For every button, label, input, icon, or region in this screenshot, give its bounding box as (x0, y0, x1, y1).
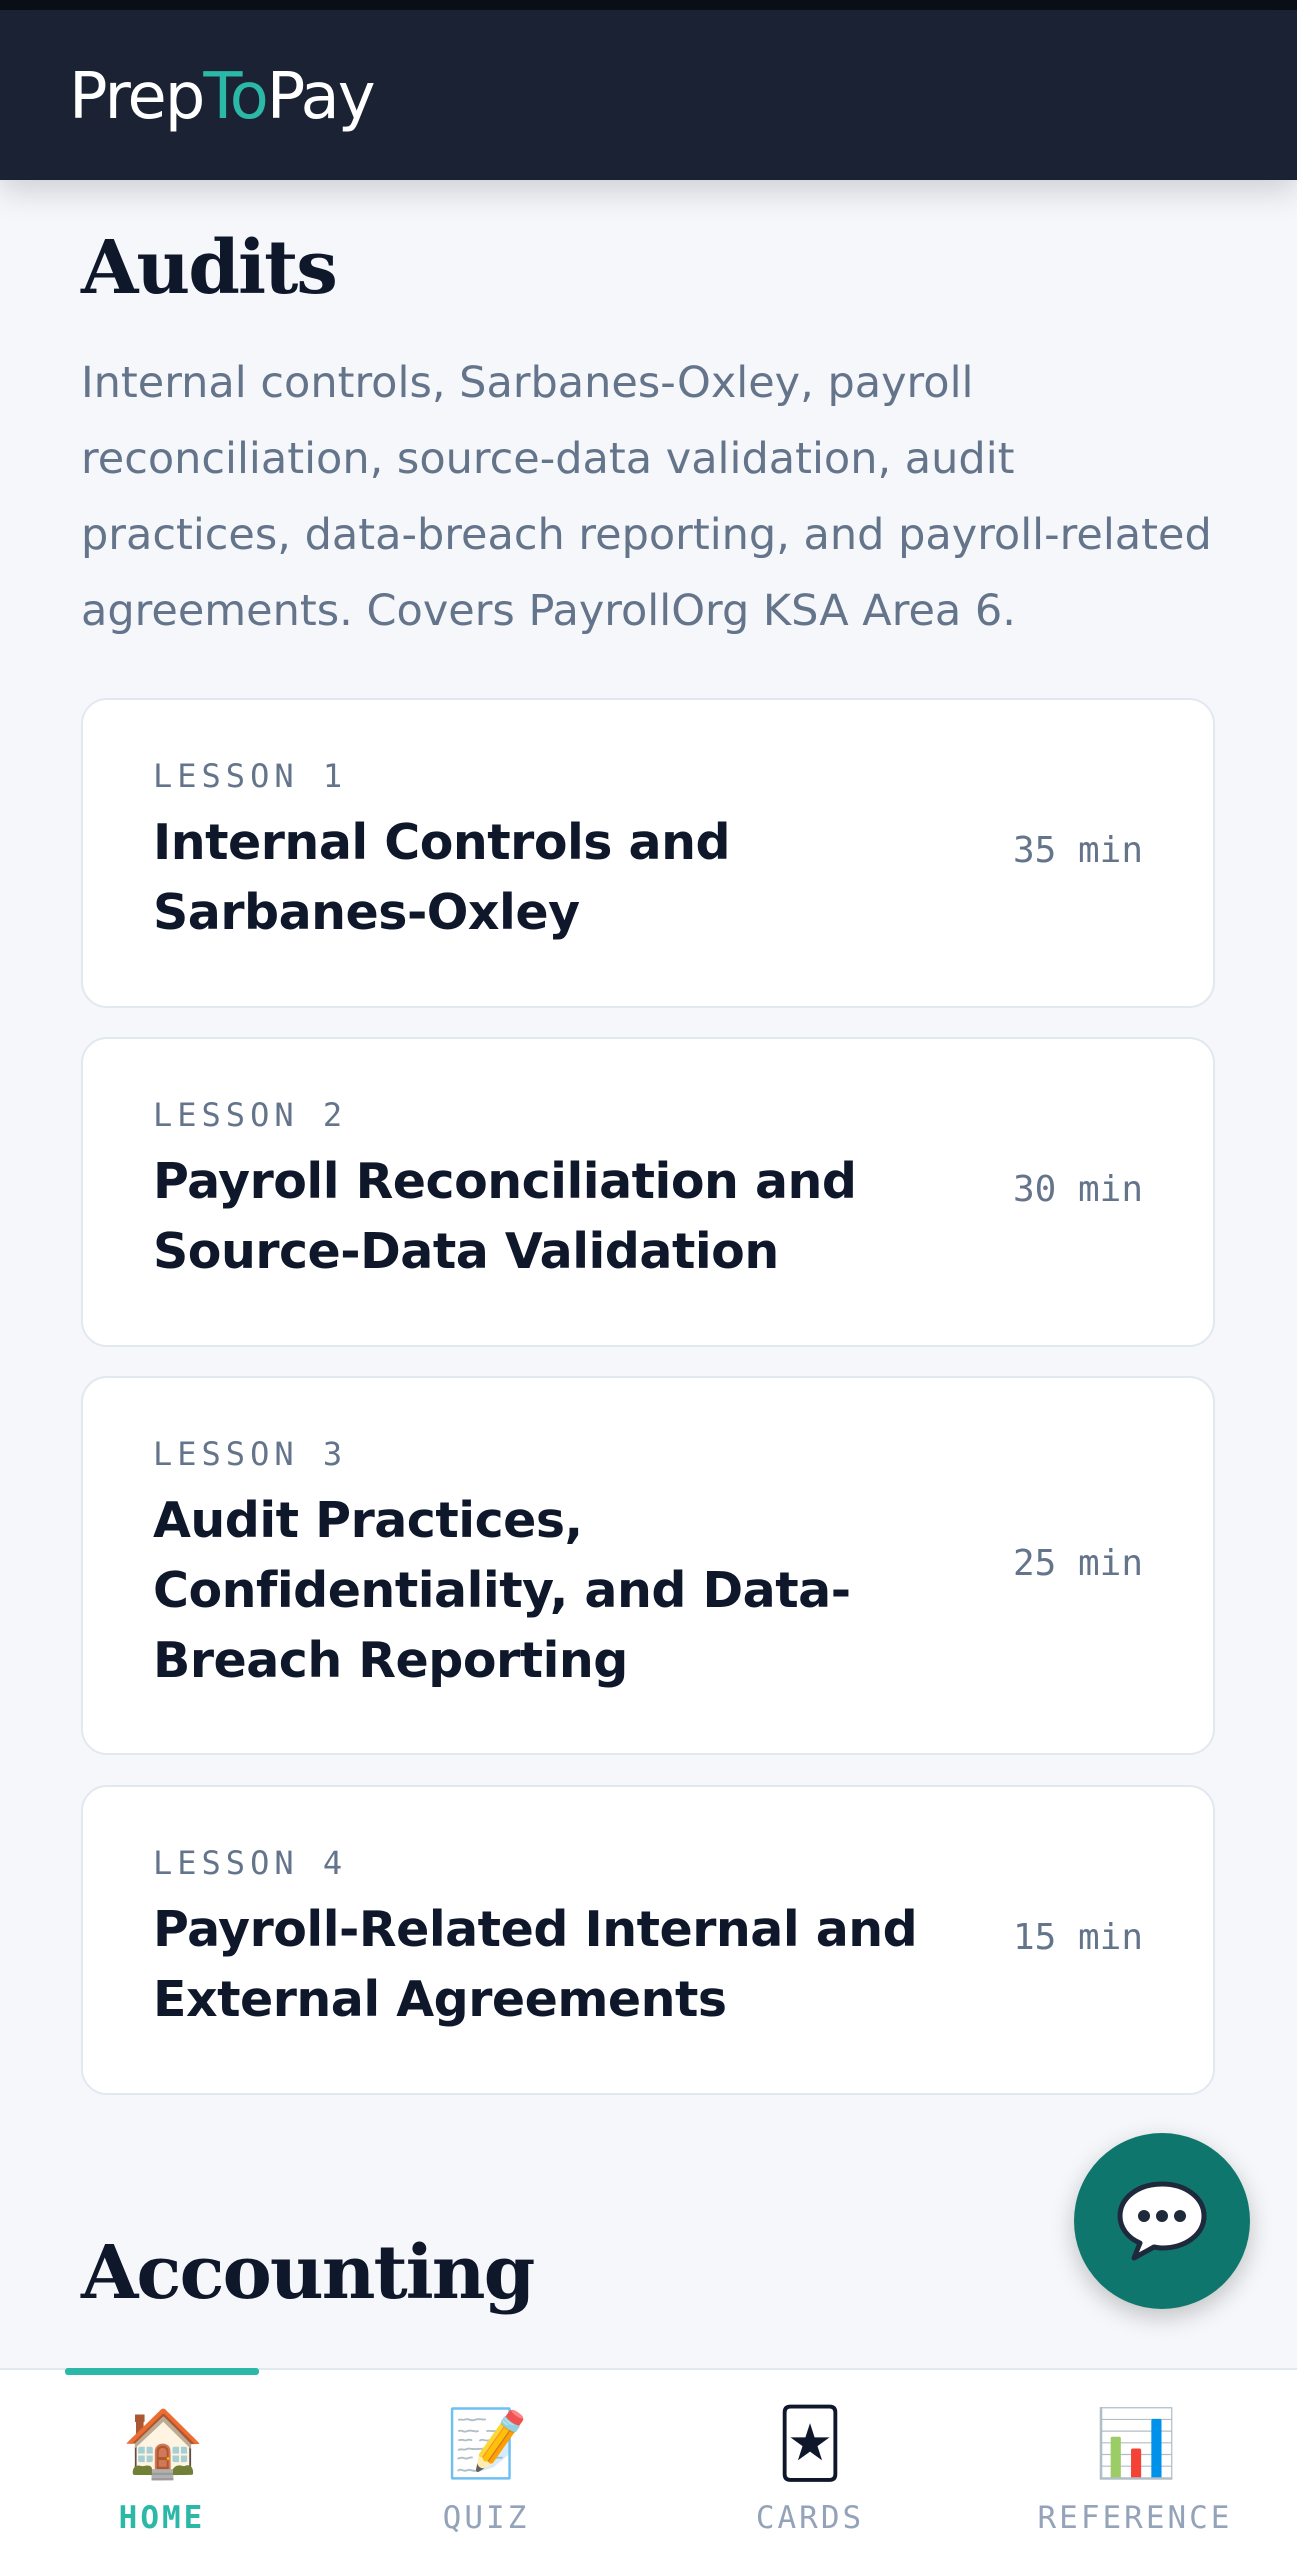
lesson-number: LESSON 1 (153, 757, 348, 795)
tab-home[interactable]: 🏠 HOME (0, 2368, 324, 2560)
bottom-tab-bar: 🏠 HOME 📝 QUIZ 🃏 CARDS 📊 REFERENCE (0, 2368, 1297, 2560)
lesson-number: LESSON 3 (153, 1435, 348, 1473)
section-title-accounting: Accounting (81, 2230, 535, 2316)
lesson-duration: 35 min (1012, 830, 1143, 871)
lesson-title: Audit Practices, Confidentiality, and Da… (153, 1492, 851, 1689)
main-content[interactable]: Audits Internal controls, Sarbanes-Oxley… (0, 180, 1297, 2368)
logo-accent: To (203, 60, 268, 134)
tab-label: QUIZ (442, 2500, 530, 2536)
tab-label: CARDS (755, 2500, 865, 2536)
status-bar (0, 0, 1297, 10)
lesson-duration: 30 min (1012, 1169, 1143, 1210)
tab-quiz[interactable]: 📝 QUIZ (324, 2370, 648, 2560)
lesson-number: LESSON 2 (153, 1096, 348, 1134)
chat-button[interactable] (1074, 2133, 1250, 2309)
bar-chart-icon: 📊 (1095, 2405, 1178, 2482)
lesson-title: Internal Controls and Sarbanes-Oxley (153, 814, 731, 941)
tab-cards[interactable]: 🃏 CARDS (648, 2370, 972, 2560)
memo-icon: 📝 (446, 2405, 529, 2482)
lesson-card-4[interactable]: LESSON 4 Payroll-Related Internal and Ex… (81, 1785, 1215, 2095)
lesson-title: Payroll-Related Internal and External Ag… (153, 1901, 918, 2028)
lesson-duration: 15 min (1012, 1917, 1143, 1958)
lesson-number: LESSON 4 (153, 1844, 348, 1882)
app-logo[interactable]: PrepToPay (69, 60, 376, 134)
active-tab-indicator (65, 2368, 259, 2375)
section-title-audits: Audits (81, 225, 338, 311)
logo-prefix: Prep (69, 60, 205, 134)
tab-reference[interactable]: 📊 REFERENCE (973, 2370, 1297, 2560)
lesson-card-3[interactable]: LESSON 3 Audit Practices, Confidentialit… (81, 1376, 1215, 1755)
lesson-title: Payroll Reconciliation and Source-Data V… (153, 1153, 857, 1280)
house-icon: 🏠 (122, 2405, 205, 2482)
logo-suffix: Pay (266, 60, 376, 134)
lesson-duration: 25 min (1012, 1543, 1143, 1584)
app-header: PrepToPay (0, 10, 1297, 180)
section-description: Internal controls, Sarbanes-Oxley, payro… (81, 358, 1212, 636)
joker-card-icon: 🃏 (776, 2405, 844, 2482)
lesson-card-2[interactable]: LESSON 2 Payroll Reconciliation and Sour… (81, 1037, 1215, 1347)
lesson-card-1[interactable]: LESSON 1 Internal Controls and Sarbanes-… (81, 698, 1215, 1008)
speech-bubble-icon (1117, 2181, 1207, 2261)
tab-label: HOME (118, 2500, 206, 2536)
tab-label: REFERENCE (1037, 2500, 1233, 2536)
